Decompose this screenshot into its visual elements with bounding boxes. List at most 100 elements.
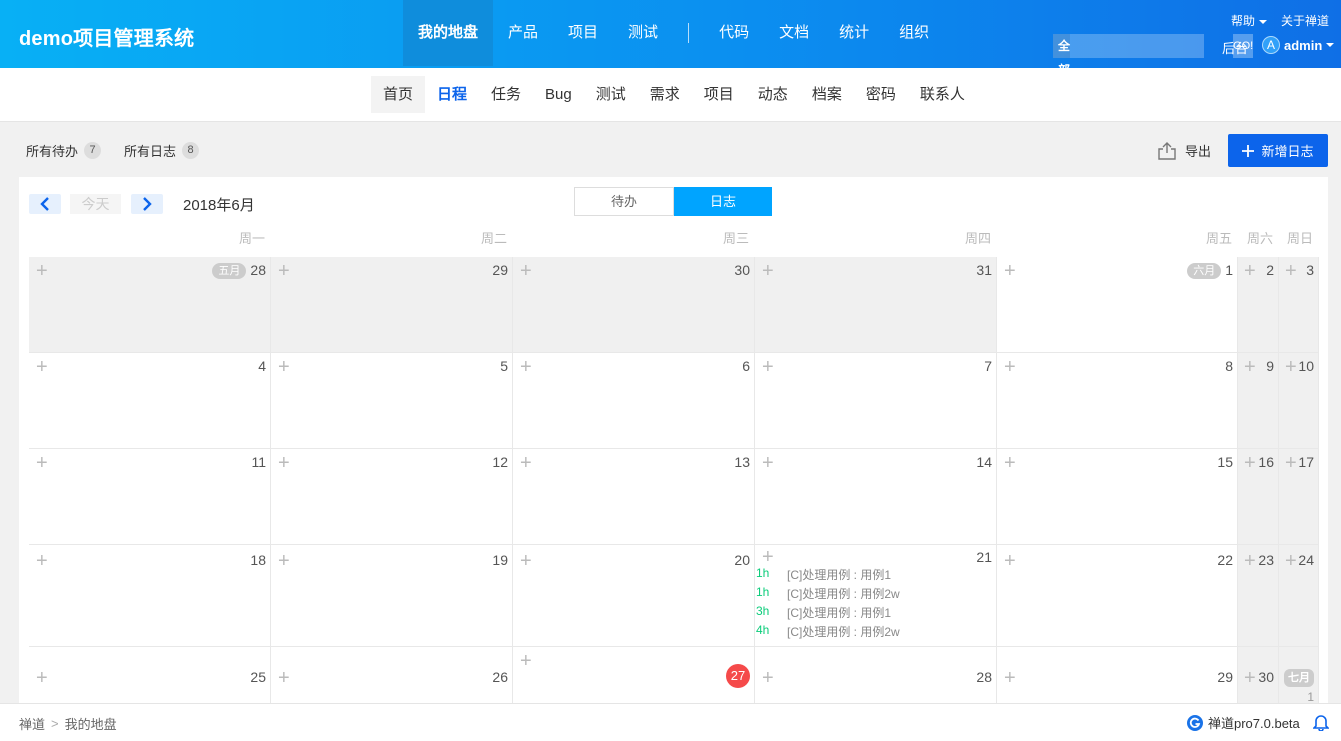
calendar-day-cell[interactable]: +26 xyxy=(271,647,513,707)
view-tab[interactable]: 日志 xyxy=(674,187,772,216)
log-entry[interactable]: 1h [C]处理用例 : 用例1 xyxy=(756,566,891,583)
calendar-day-cell[interactable]: +29 xyxy=(997,647,1238,707)
main-nav-item[interactable]: 代码 xyxy=(704,0,764,66)
add-log-button[interactable]: + xyxy=(1244,551,1256,571)
calendar-day-cell[interactable]: +5 xyxy=(271,353,513,449)
sub-nav-item[interactable]: 任务 xyxy=(479,76,533,113)
main-nav-item[interactable]: 组织 xyxy=(884,0,944,66)
sub-nav-item[interactable]: 档案 xyxy=(800,76,854,113)
notification-button[interactable] xyxy=(1312,713,1330,734)
add-log-button[interactable]: + xyxy=(1285,551,1297,571)
add-log-button[interactable]: + xyxy=(762,261,774,281)
calendar-day-cell[interactable]: +30 xyxy=(1238,647,1279,707)
log-entry[interactable]: 3h [C]处理用例 : 用例1 xyxy=(756,604,891,621)
calendar-day-cell[interactable]: + 五月 28 xyxy=(29,257,271,353)
main-nav-item[interactable]: 我的地盘 xyxy=(403,0,494,66)
calendar-day-cell[interactable]: +25 xyxy=(29,647,271,707)
sub-nav-item[interactable]: 项目 xyxy=(692,76,746,113)
sub-nav-item[interactable]: Bug xyxy=(533,76,584,113)
sub-nav-item[interactable]: 首页 xyxy=(371,76,426,113)
add-log-button[interactable]: + xyxy=(278,668,290,688)
add-log-button[interactable]: + xyxy=(1244,668,1256,688)
tab-all-todos[interactable]: 所有待办 7 xyxy=(26,141,102,160)
search-input[interactable] xyxy=(1070,34,1234,58)
calendar-day-cell[interactable]: +28 xyxy=(755,647,997,707)
calendar-day-cell[interactable]: +19 xyxy=(271,545,513,647)
calendar-day-cell[interactable]: +4 xyxy=(29,353,271,449)
calendar-day-cell[interactable]: +8 xyxy=(997,353,1238,449)
log-entry[interactable]: 4h [C]处理用例 : 用例2w xyxy=(756,623,900,640)
calendar-day-cell[interactable]: +6 xyxy=(513,353,755,449)
calendar-day-cell[interactable]: +29 xyxy=(271,257,513,353)
sub-nav-item[interactable]: 密码 xyxy=(854,76,908,113)
add-log-button[interactable]: + xyxy=(278,453,290,473)
calendar-day-cell[interactable]: +2 xyxy=(1238,257,1279,353)
add-log-button[interactable]: + xyxy=(36,551,48,571)
add-log-button[interactable]: + xyxy=(1004,551,1016,571)
add-log-button[interactable]: + xyxy=(1004,357,1016,377)
add-log-button[interactable]: + xyxy=(1285,261,1297,281)
backend-link[interactable]: 后台 xyxy=(1222,38,1248,57)
view-tab[interactable]: 待办 xyxy=(574,187,674,216)
calendar-day-cell[interactable]: +27 xyxy=(513,647,755,707)
version-link[interactable]: 禅道pro7.0.beta xyxy=(1186,713,1300,732)
next-month-button[interactable] xyxy=(131,194,163,214)
user-menu[interactable]: A admin xyxy=(1262,36,1335,54)
calendar-day-cell[interactable]: +13 xyxy=(513,449,755,545)
add-log-button[interactable]: + xyxy=(278,357,290,377)
add-log-button[interactable]: + xyxy=(762,547,774,567)
add-log-button[interactable]: + xyxy=(520,261,532,281)
calendar-day-cell[interactable]: +31 xyxy=(755,257,997,353)
calendar-day-cell[interactable]: +14 xyxy=(755,449,997,545)
calendar-day-cell[interactable]: +12 xyxy=(271,449,513,545)
log-entry[interactable]: 1h [C]处理用例 : 用例2w xyxy=(756,585,900,602)
prev-month-button[interactable] xyxy=(29,194,61,214)
main-nav-item[interactable]: 文档 xyxy=(764,0,824,66)
add-log-button[interactable]: + xyxy=(36,357,48,377)
add-log-button[interactable]: + xyxy=(520,551,532,571)
add-log-button[interactable]: + xyxy=(1004,453,1016,473)
add-log-button[interactable]: + xyxy=(1285,453,1297,473)
sub-nav-item[interactable]: 动态 xyxy=(746,76,800,113)
add-log-button[interactable]: + xyxy=(762,668,774,688)
calendar-day-cell[interactable]: + 六月 1 xyxy=(997,257,1238,353)
calendar-day-cell[interactable]: +21 1h [C]处理用例 : 用例1 1h [C]处理用例 : 用例2w 3h [C]处… xyxy=(755,545,997,647)
main-nav-item[interactable]: 项目 xyxy=(553,0,613,66)
main-nav-item[interactable]: 测试 xyxy=(613,0,673,66)
add-log-button[interactable]: + xyxy=(762,357,774,377)
calendar-day-cell[interactable]: +17 xyxy=(1279,449,1319,545)
sub-nav-item[interactable]: 需求 xyxy=(638,76,692,113)
search-type-select[interactable]: 全部 xyxy=(1053,34,1071,97)
new-log-button[interactable]: 新增日志 xyxy=(1228,134,1328,167)
about-link[interactable]: 关于禅道 xyxy=(1281,12,1329,29)
app-title[interactable]: demo项目管理系统 xyxy=(19,22,194,51)
calendar-day-cell[interactable]: +15 xyxy=(997,449,1238,545)
calendar-day-cell[interactable]: +18 xyxy=(29,545,271,647)
add-log-button[interactable]: + xyxy=(1004,261,1016,281)
main-nav-item[interactable]: 统计 xyxy=(824,0,884,66)
calendar-day-cell[interactable]: +7 xyxy=(755,353,997,449)
breadcrumb-item[interactable]: 我的地盘 xyxy=(65,714,117,733)
sub-nav-item[interactable]: 测试 xyxy=(584,76,638,113)
add-log-button[interactable]: + xyxy=(36,261,48,281)
calendar-day-cell[interactable]: +30 xyxy=(513,257,755,353)
help-menu[interactable]: 帮助 xyxy=(1231,12,1267,29)
calendar-day-cell[interactable]: +9 xyxy=(1238,353,1279,449)
calendar-day-cell[interactable]: +23 xyxy=(1238,545,1279,647)
sub-nav-item[interactable]: 联系人 xyxy=(908,76,977,113)
add-log-button[interactable]: + xyxy=(1004,668,1016,688)
add-log-button[interactable]: + xyxy=(36,668,48,688)
add-log-button[interactable]: + xyxy=(36,453,48,473)
add-log-button[interactable]: + xyxy=(278,261,290,281)
add-log-button[interactable]: + xyxy=(278,551,290,571)
export-button[interactable]: 导出 xyxy=(1157,141,1211,160)
calendar-day-cell[interactable]: +24 xyxy=(1279,545,1319,647)
add-log-button[interactable]: + xyxy=(520,453,532,473)
calendar-day-cell[interactable]: +11 xyxy=(29,449,271,545)
tab-all-logs[interactable]: 所有日志 8 xyxy=(124,141,200,160)
calendar-day-cell[interactable]: +16 xyxy=(1238,449,1279,545)
breadcrumb-item[interactable]: 禅道 xyxy=(19,714,45,733)
add-log-button[interactable]: + xyxy=(762,453,774,473)
calendar-day-cell[interactable]: +20 xyxy=(513,545,755,647)
calendar-day-cell[interactable]: +22 xyxy=(997,545,1238,647)
